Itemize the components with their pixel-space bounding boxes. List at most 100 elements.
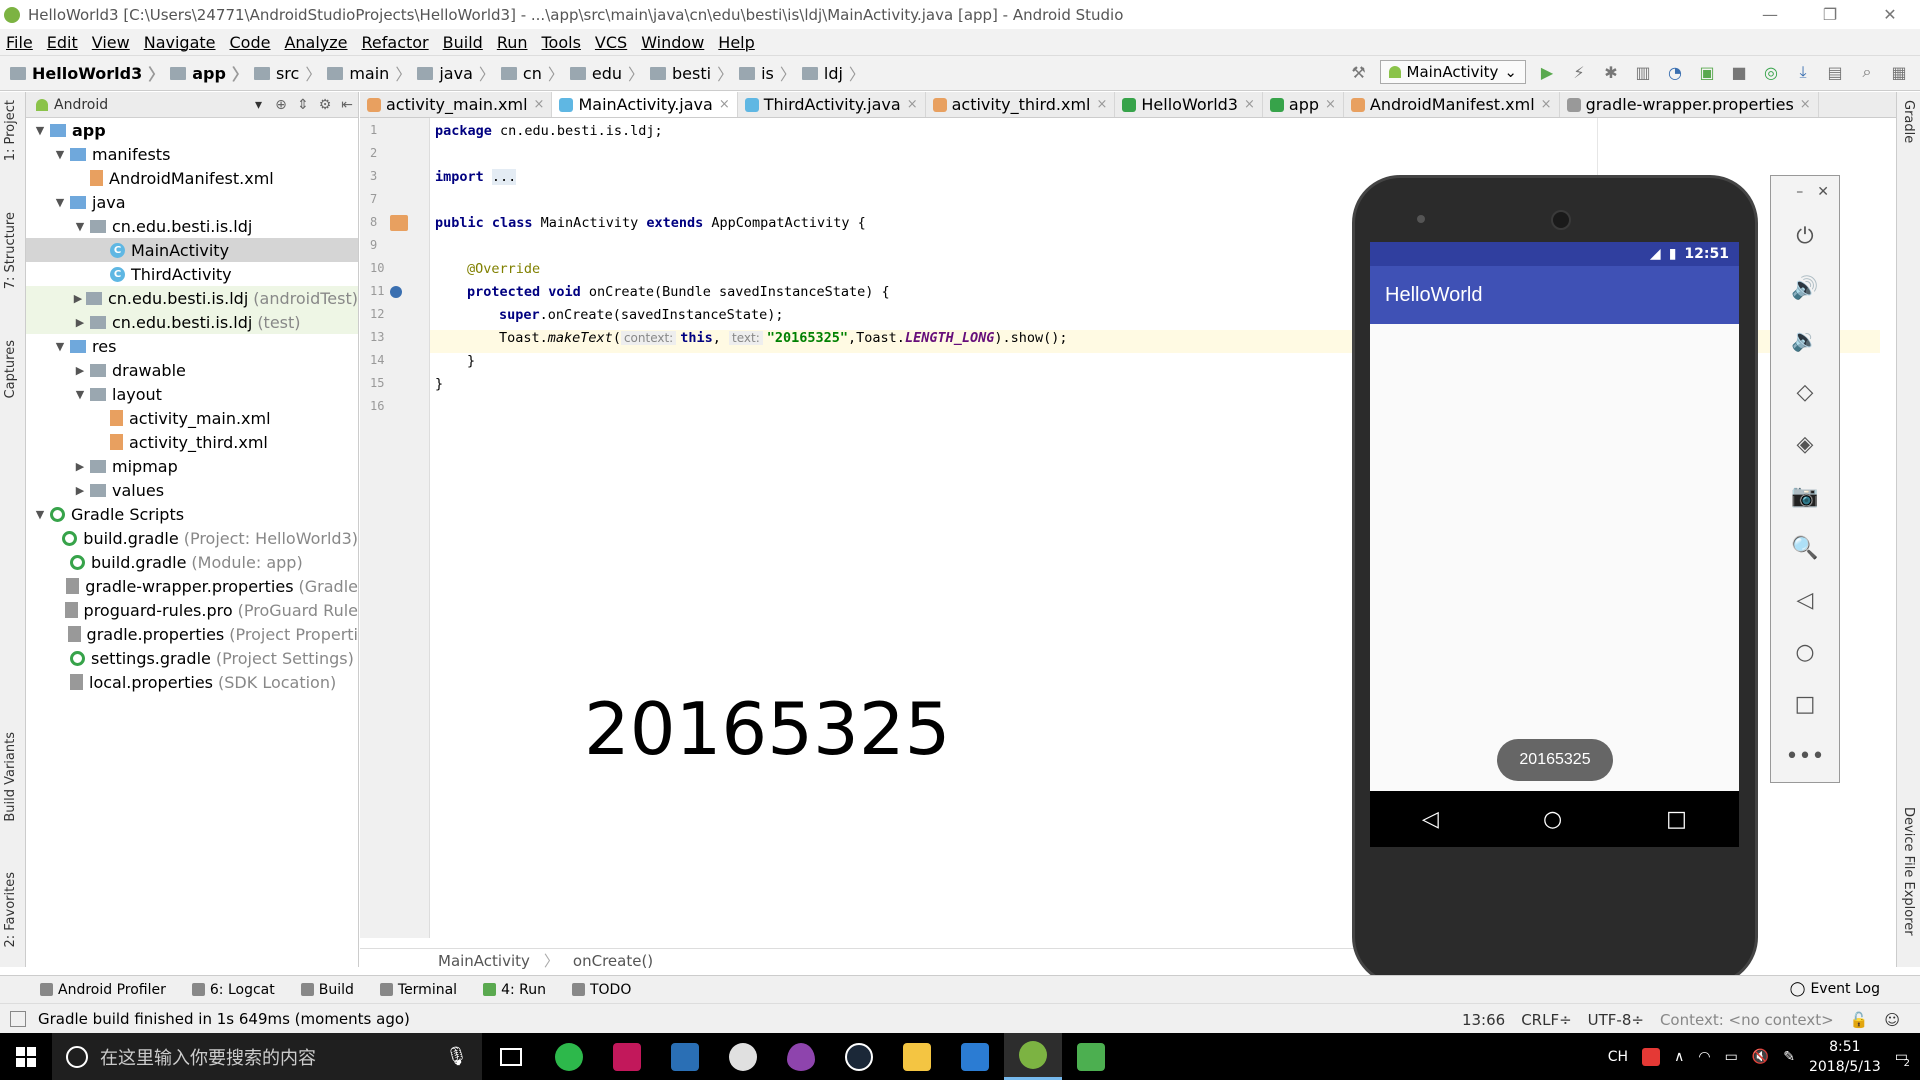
taskbar-app-emulator[interactable] [1062,1033,1120,1080]
rotate-right-button[interactable]: ◈ [1771,418,1839,470]
hammer-icon[interactable]: ⚒ [1348,61,1370,83]
menu-analyze[interactable]: Analyze [284,33,347,52]
chevron-down-icon[interactable]: ▼ [50,196,70,209]
editor-breadcrumb-class[interactable]: MainActivity [438,952,530,970]
line-separator[interactable]: CRLF÷ [1521,1011,1571,1029]
tree-item[interactable]: ▼ manifests [26,142,358,166]
chevron-down-icon[interactable]: ▼ [70,388,90,401]
close-tab-icon[interactable]: × [1244,97,1255,112]
android-component-icon[interactable] [390,215,408,231]
menu-file[interactable]: File [6,33,33,52]
tree-item[interactable]: local.properties (SDK Location) [26,670,358,694]
close-tab-icon[interactable]: × [1800,97,1811,112]
tree-item[interactable]: ▶ cn.edu.besti.is.ldj (androidTest) [26,286,358,310]
breadcrumb-ldj[interactable]: ldj 〉 [801,61,865,85]
gear-icon[interactable]: ⚙ [314,97,336,113]
tree-item[interactable]: ▶ drawable [26,358,358,382]
tree-item[interactable]: C ThirdActivity [26,262,358,286]
tool-event-log[interactable]: ◯ Event Log [1790,981,1880,997]
tree-item[interactable]: ▼ cn.edu.besti.is.ldj [26,214,358,238]
caret-position[interactable]: 13:66 [1462,1011,1505,1029]
back-button[interactable]: ◁ [1422,807,1439,832]
attach-debugger-icon[interactable]: ◔ [1664,61,1686,83]
debug-icon[interactable]: ✱ [1600,61,1622,83]
menu-help[interactable]: Help [718,33,754,52]
minimize-emulator-button[interactable]: – [1796,184,1803,202]
zoom-button[interactable]: 🔍 [1771,522,1839,574]
breadcrumb-edu[interactable]: edu 〉 [569,61,644,85]
chevron-right-icon[interactable]: ▶ [70,484,90,497]
sdk-manager-icon[interactable]: ⤓ [1792,61,1814,83]
battery-icon[interactable]: ▭ [1725,1049,1738,1065]
menu-view[interactable]: View [92,33,130,52]
tree-item[interactable]: build.gradle (Project: HelloWorld3) [26,526,358,550]
breadcrumb-java[interactable]: java 〉 [417,61,495,85]
context-indicator[interactable]: Context: <no context> [1660,1011,1834,1029]
taskbar-app-android-studio[interactable] [1004,1033,1062,1080]
tree-item[interactable]: C MainActivity [26,238,358,262]
close-tab-icon[interactable]: × [1096,97,1107,112]
tab-captures[interactable]: Captures [3,340,18,398]
inspector-icon[interactable]: ☺ [1884,1011,1900,1029]
breadcrumb-app[interactable]: app 〉 [170,61,248,85]
run-config-select[interactable]: MainActivity ⌄ [1379,60,1526,84]
tree-item[interactable]: ▼ java [26,190,358,214]
menu-edit[interactable]: Edit [47,33,78,52]
volume-down-button[interactable]: 🔉 [1771,314,1839,366]
more-options-button[interactable]: ••• [1771,730,1839,782]
toggle-tool-windows-icon[interactable] [10,1010,26,1027]
project-structure-icon[interactable]: ▤ [1824,61,1846,83]
menu-vcs[interactable]: VCS [595,33,627,52]
layout-icon[interactable]: ▦ [1888,61,1910,83]
apply-changes-icon[interactable]: ⚡ [1568,61,1590,83]
breadcrumb-is[interactable]: is 〉 [739,61,796,85]
minimize-button[interactable]: — [1740,0,1800,29]
editor-tab[interactable]: AndroidManifest.xml × [1344,92,1560,117]
menu-tools[interactable]: Tools [542,33,581,52]
tree-item[interactable]: ▼ layout [26,382,358,406]
taskbar-app-explorer[interactable] [888,1033,946,1080]
menu-run[interactable]: Run [497,33,528,52]
close-tab-icon[interactable]: × [534,97,545,112]
breadcrumb-project[interactable]: HelloWorld3 〉 [10,61,164,85]
tree-item[interactable]: gradle.properties (Project Properti [26,622,358,646]
tree-item[interactable]: ▼ res [26,334,358,358]
sogou-icon[interactable] [1642,1047,1661,1066]
chevron-right-icon[interactable]: ▶ [70,292,86,305]
close-tab-icon[interactable]: × [1325,97,1336,112]
tool-android-profiler[interactable]: Android Profiler [40,982,166,998]
editor-breadcrumb-method[interactable]: onCreate() [573,952,653,970]
emulator-screen[interactable]: ◢ ▮ 12:51 HelloWorld 20165325 ◁ ○ □ [1370,242,1739,847]
breadcrumb-main[interactable]: main 〉 [327,61,411,85]
taskbar-app-word[interactable] [946,1033,1004,1080]
tree-item[interactable]: ▶ mipmap [26,454,358,478]
chevron-down-icon[interactable]: ▼ [50,340,70,353]
tool-run[interactable]: 4: Run [483,982,546,998]
file-encoding[interactable]: UTF-8÷ [1588,1011,1644,1029]
power-button[interactable]: ⏻ [1771,210,1839,262]
scroll-from-source-icon[interactable]: ⊕ [270,97,292,113]
run-icon[interactable]: ▶ [1536,61,1558,83]
taskbar-search[interactable]: 在这里输入你要搜索的内容 🎙 [52,1033,482,1080]
close-tab-icon[interactable]: × [719,97,730,112]
breadcrumb-cn[interactable]: cn 〉 [500,61,564,85]
tree-item[interactable]: ▶ values [26,478,358,502]
hide-panel-icon[interactable]: ⇤ [336,97,358,113]
editor-tab[interactable]: gradle-wrapper.properties × [1560,92,1819,117]
breadcrumb-besti[interactable]: besti 〉 [650,61,733,85]
sync-gradle-icon[interactable]: ◎ [1760,61,1782,83]
chevron-down-icon[interactable]: ▼ [50,148,70,161]
tool-logcat[interactable]: 6: Logcat [191,982,275,998]
home-button[interactable]: ○ [1543,807,1562,832]
taskbar-app-steam[interactable] [830,1033,888,1080]
wifi-icon[interactable]: ◠ [1698,1049,1710,1065]
editor-tab[interactable]: activity_main.xml × [360,92,553,117]
attach-process-icon[interactable]: ▣ [1696,61,1718,83]
start-button[interactable] [0,1033,52,1080]
close-tab-icon[interactable]: × [1541,97,1552,112]
lock-icon[interactable]: 🔓 [1850,1011,1869,1029]
chevron-right-icon[interactable]: ▶ [70,316,90,329]
input-method[interactable]: CH [1608,1049,1628,1065]
chevron-right-icon[interactable]: ▶ [70,460,90,473]
collapse-all-icon[interactable]: ⇕ [292,97,314,113]
